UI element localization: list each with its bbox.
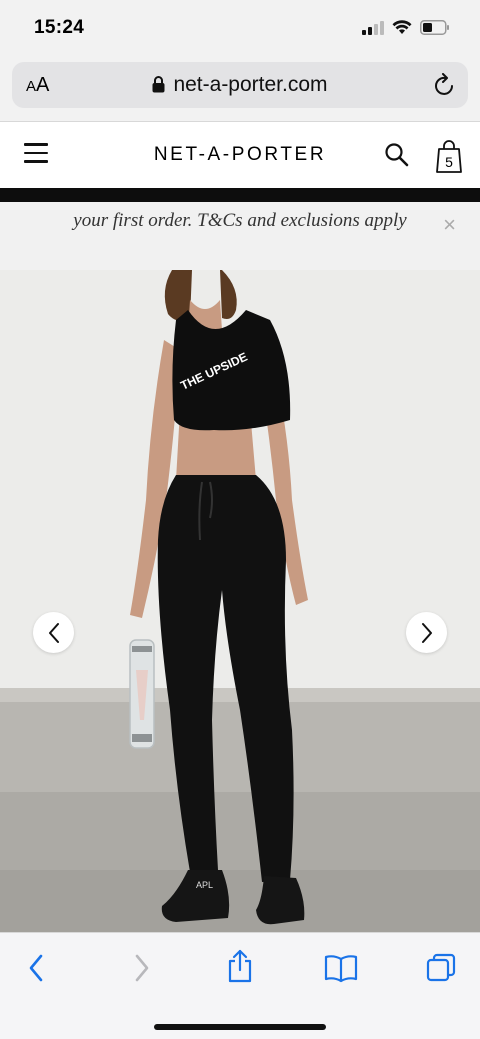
share-icon[interactable] bbox=[226, 949, 254, 983]
status-time: 15:24 bbox=[34, 17, 85, 38]
home-indicator[interactable] bbox=[154, 1024, 326, 1030]
url-text: net-a-porter.com bbox=[173, 73, 328, 96]
site-header: NET-A-PORTER 5 bbox=[0, 122, 480, 188]
promo-text: your first order. T&Cs and exclusions ap… bbox=[73, 210, 407, 231]
close-icon[interactable]: × bbox=[443, 212, 456, 238]
cellular-signal-icon bbox=[362, 20, 384, 35]
product-photo: THE UPSIDE APL bbox=[0, 270, 480, 932]
bookmarks-icon[interactable] bbox=[324, 953, 358, 983]
forward-icon[interactable] bbox=[130, 953, 152, 983]
lock-icon bbox=[152, 76, 165, 93]
status-bar: 15:24 bbox=[0, 0, 480, 56]
chevron-left-icon bbox=[48, 622, 59, 643]
shoe-logo-text: APL bbox=[196, 880, 213, 890]
reload-icon[interactable] bbox=[434, 73, 456, 97]
chevron-right-icon bbox=[421, 622, 432, 643]
promo-banner: your first order. T&Cs and exclusions ap… bbox=[0, 202, 480, 270]
battery-icon bbox=[420, 20, 449, 35]
bag-count: 5 bbox=[445, 154, 453, 170]
shopping-bag-button[interactable]: 5 bbox=[434, 140, 464, 174]
browser-address-area: AA net-a-porter.com bbox=[0, 56, 480, 122]
product-image[interactable]: THE UPSIDE APL bbox=[0, 270, 480, 932]
back-icon[interactable] bbox=[26, 953, 48, 983]
address-bar[interactable]: AA net-a-porter.com bbox=[12, 62, 468, 108]
browser-toolbar bbox=[0, 932, 480, 1039]
url-display[interactable]: net-a-porter.com bbox=[12, 73, 468, 97]
header-divider-strip bbox=[0, 188, 480, 202]
next-image-button[interactable] bbox=[406, 612, 447, 653]
previous-image-button[interactable] bbox=[33, 612, 74, 653]
wifi-icon bbox=[392, 20, 412, 34]
status-icons bbox=[362, 20, 450, 35]
tabs-icon[interactable] bbox=[426, 953, 456, 983]
search-icon[interactable] bbox=[384, 142, 410, 168]
